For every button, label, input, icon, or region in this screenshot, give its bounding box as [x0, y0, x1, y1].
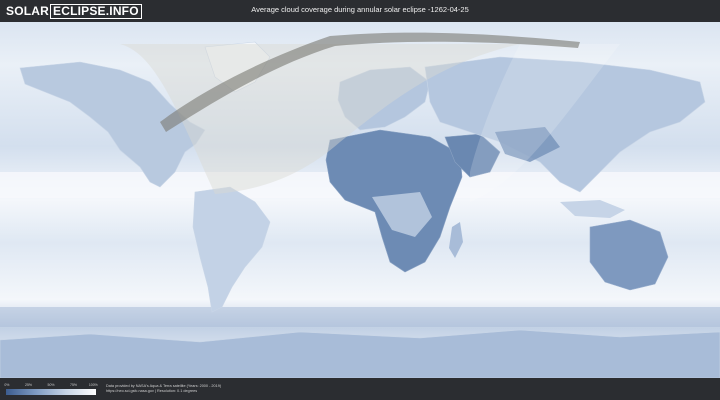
landmass-antarctica	[0, 329, 720, 378]
credit-line-url[interactable]: https://neo.sci.gsfc.nasa.gov | Resoluti…	[106, 389, 221, 394]
legend-gradient-bar	[6, 389, 96, 395]
legend-tick-50: 50%	[47, 383, 55, 387]
legend-tick-25: 25%	[24, 383, 33, 387]
legend-tick-75: 75%	[69, 383, 78, 387]
southern-storm-band	[0, 307, 720, 327]
cloud-coverage-legend: 0% 25% 50% 75% 100%	[4, 383, 98, 395]
cloud-coverage-map	[0, 22, 720, 378]
data-credit: Data provided by NASA's Aqua & Terra sat…	[106, 384, 221, 394]
top-bar: SOLAR ECLIPSE.INFO Average cloud coverag…	[0, 0, 720, 22]
map-title: Average cloud coverage during annular so…	[251, 5, 469, 14]
footer-bar: 0% 25% 50% 75% 100% Data provided by NAS…	[0, 378, 720, 400]
legend-ticks: 0% 25% 50% 75% 100%	[4, 383, 98, 388]
legend-tick-100: 100%	[88, 383, 98, 387]
legend-tick-0: 0%	[4, 383, 10, 387]
